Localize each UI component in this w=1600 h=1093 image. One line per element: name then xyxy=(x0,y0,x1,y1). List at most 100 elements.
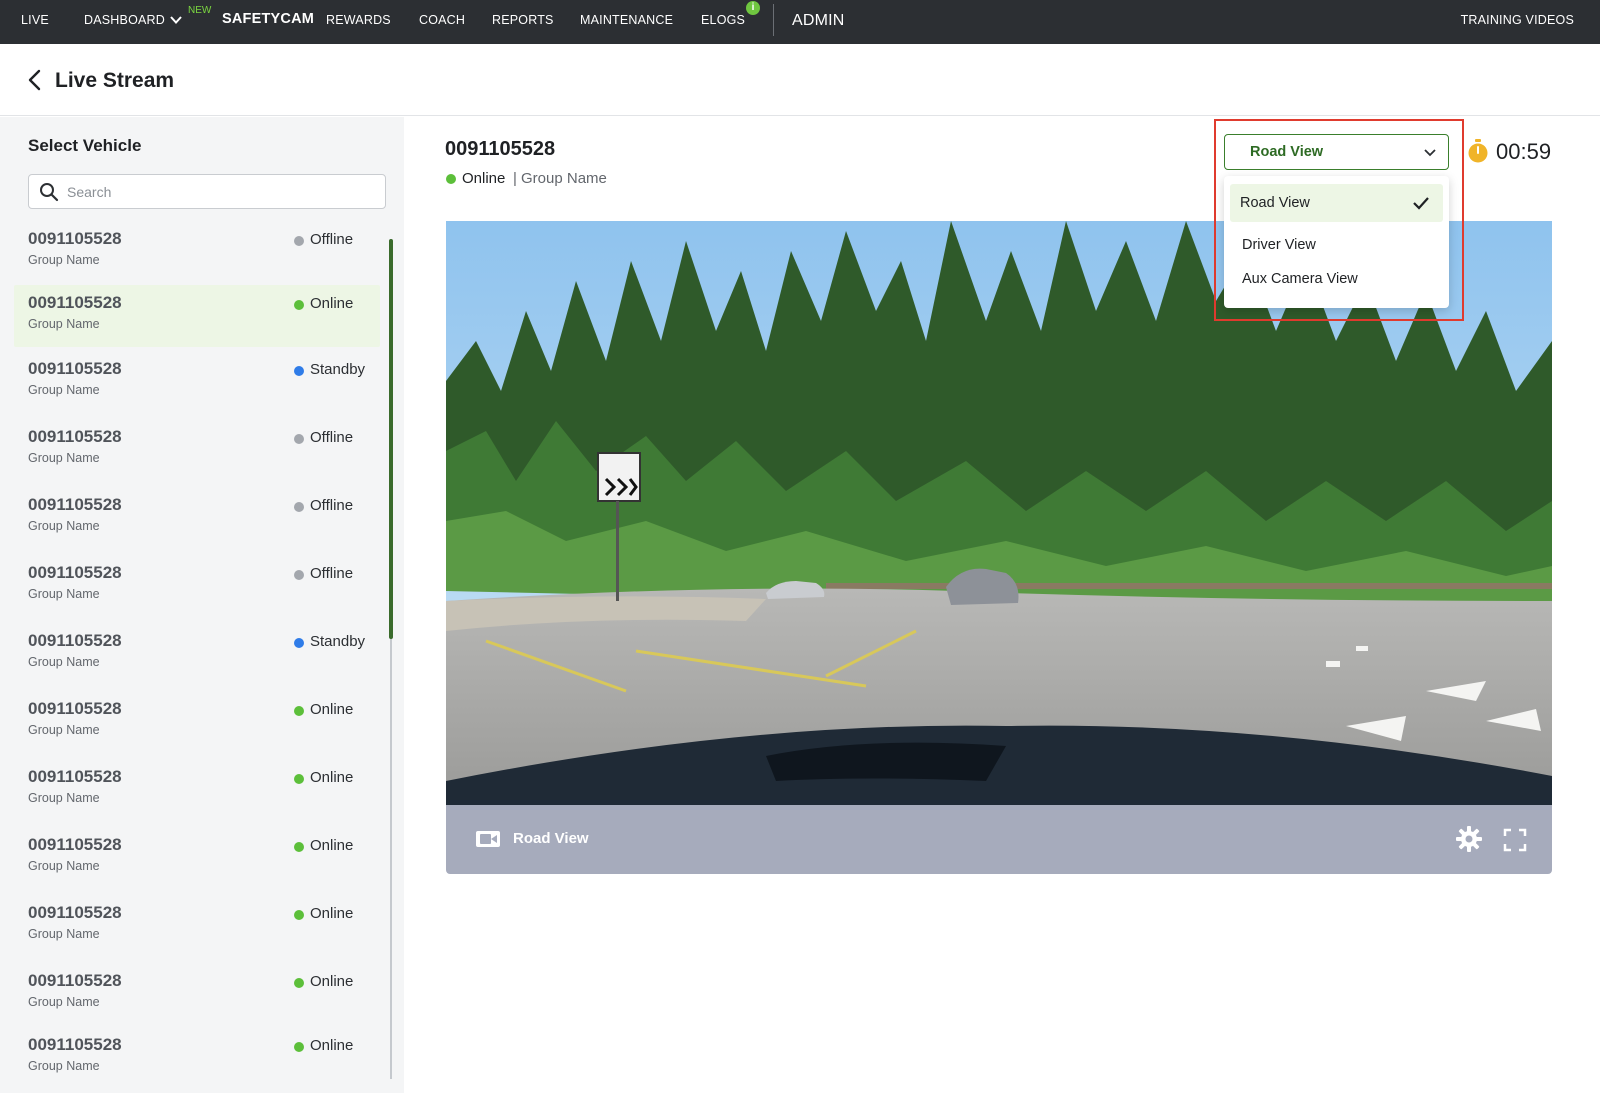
nav-elogs[interactable]: ELOGS xyxy=(701,13,745,27)
status-dot xyxy=(294,978,304,988)
status-badge: Offline xyxy=(310,429,354,446)
vehicle-id: 0091105528 xyxy=(28,971,122,990)
nav-safetycam[interactable]: SAFETYCAM xyxy=(222,11,314,27)
vehicle-id: 0091105528 xyxy=(28,495,122,514)
nav-training-videos[interactable]: TRAINING VIDEOS xyxy=(1461,13,1574,27)
status-badge: Online xyxy=(310,769,354,786)
fullscreen-icon[interactable] xyxy=(1503,828,1527,852)
check-icon xyxy=(1413,197,1429,210)
vehicle-id: 0091105528 xyxy=(28,903,122,922)
view-options-menu: Road View Driver View Aux Camera View xyxy=(1224,176,1449,308)
status-dot xyxy=(294,1042,304,1052)
vehicle-status: Online xyxy=(462,170,506,187)
video-view-label: Road View xyxy=(513,830,589,847)
status-dot xyxy=(294,842,304,852)
menu-item-label: Aux Camera View xyxy=(1242,271,1358,287)
chevron-left-icon[interactable] xyxy=(24,68,44,92)
nav-rewards[interactable]: REWARDS xyxy=(326,13,391,27)
info-icon: i xyxy=(746,1,760,15)
new-badge: NEW xyxy=(188,5,212,16)
status-badge: Online xyxy=(310,701,354,718)
vehicle-row[interactable]: 0091105528 Group Name Online xyxy=(14,963,380,1025)
vehicle-id: 0091105528 xyxy=(28,835,122,854)
menu-item-road-view[interactable]: Road View xyxy=(1230,184,1443,222)
vehicle-id: 0091105528 xyxy=(28,767,122,786)
top-navigation: LIVE DASHBOARD NEW SAFETYCAM REWARDS COA… xyxy=(0,0,1600,44)
status-dot xyxy=(294,774,304,784)
search-icon xyxy=(40,183,59,202)
view-select[interactable]: Road View xyxy=(1224,134,1449,170)
vehicle-row[interactable]: 0091105528 Group Name Online xyxy=(14,895,380,957)
status-badge: Standby xyxy=(310,633,366,650)
status-dot xyxy=(294,706,304,716)
status-dot xyxy=(294,638,304,648)
vehicle-group: Group Name xyxy=(28,519,100,533)
vehicle-row[interactable]: 0091105528 Group Name Standby xyxy=(14,351,380,413)
vehicle-row[interactable]: 0091105528 Group Name Online xyxy=(14,1027,380,1089)
vehicle-group: Group Name xyxy=(28,587,100,601)
nav-maintenance[interactable]: MAINTENANCE xyxy=(580,13,673,27)
vehicle-row[interactable]: 0091105528 Group Name Offline xyxy=(14,221,380,283)
status-badge: Online xyxy=(310,1037,354,1054)
vehicle-id: 0091105528 xyxy=(28,427,122,446)
vehicle-row[interactable]: 0091105528 Group Name Online xyxy=(14,827,380,889)
stopwatch-icon xyxy=(1468,139,1488,163)
status-badge: Offline xyxy=(310,231,354,248)
vehicle-row[interactable]: 0091105528 Group Name Standby xyxy=(14,623,380,685)
vehicle-id: 0091105528 xyxy=(28,1035,122,1054)
vehicle-id: 0091105528 xyxy=(28,229,122,248)
status-dot xyxy=(446,174,456,184)
vehicle-group: Group Name xyxy=(28,859,100,873)
nav-live[interactable]: LIVE xyxy=(21,13,49,27)
sidebar-title: Select Vehicle xyxy=(28,136,142,155)
status-separator: | xyxy=(513,170,517,187)
status-badge: Offline xyxy=(310,497,354,514)
vehicle-group: Group Name xyxy=(28,791,100,805)
status-dot xyxy=(294,236,304,246)
vehicle-id: 0091105528 xyxy=(28,293,122,312)
status-dot xyxy=(294,300,304,310)
chevron-down-icon[interactable] xyxy=(168,12,184,28)
vehicle-id: 0091105528 xyxy=(28,631,122,650)
page-title: Live Stream xyxy=(55,69,175,92)
vehicle-group: Group Name xyxy=(28,317,100,331)
menu-item-driver-view[interactable]: Driver View xyxy=(1230,226,1443,264)
nav-coach[interactable]: COACH xyxy=(419,13,465,27)
nav-reports[interactable]: REPORTS xyxy=(492,13,554,27)
vehicle-row[interactable]: 0091105528 Group Name Online xyxy=(14,691,380,753)
status-dot xyxy=(294,366,304,376)
scrollbar-thumb[interactable] xyxy=(389,239,393,639)
vehicle-group: Group Name xyxy=(28,655,100,669)
chevron-down-icon xyxy=(1424,149,1436,157)
vehicle-row[interactable]: 0091105528 Group Name Offline xyxy=(14,419,380,481)
search-box xyxy=(28,174,386,209)
status-badge: Offline xyxy=(310,565,354,582)
search-input[interactable] xyxy=(67,175,377,208)
status-dot xyxy=(294,502,304,512)
vehicle-list: 0091105528 Group Name Offline 0091105528… xyxy=(14,221,380,1091)
vehicle-group: Group Name xyxy=(28,451,100,465)
gear-icon[interactable] xyxy=(1456,826,1482,852)
vehicle-row[interactable]: 0091105528 Group Name Offline xyxy=(14,487,380,549)
status-dot xyxy=(294,434,304,444)
page-header: Live Stream xyxy=(0,44,1600,116)
menu-item-aux-camera-view[interactable]: Aux Camera View xyxy=(1230,260,1443,298)
vehicle-sidebar: Select Vehicle 0091105528 Group Name Off… xyxy=(0,117,404,1093)
vehicle-id: 0091105528 xyxy=(28,359,122,378)
vehicle-id: 0091105528 xyxy=(28,563,122,582)
status-dot xyxy=(294,910,304,920)
vehicle-group: Group Name xyxy=(28,927,100,941)
vehicle-group: Group Name xyxy=(28,723,100,737)
vehicle-title: 0091105528 xyxy=(445,138,556,160)
nav-divider xyxy=(773,4,774,36)
vehicle-id: 0091105528 xyxy=(28,699,122,718)
nav-admin[interactable]: ADMIN xyxy=(792,12,845,30)
vehicle-row[interactable]: 0091105528 Group Name Online xyxy=(14,285,380,347)
view-select-value: Road View xyxy=(1250,144,1324,160)
vehicle-group: Group Name xyxy=(521,170,607,187)
vehicle-row[interactable]: 0091105528 Group Name Online xyxy=(14,759,380,821)
vehicle-row[interactable]: 0091105528 Group Name Offline xyxy=(14,555,380,617)
vehicle-group: Group Name xyxy=(28,253,100,267)
nav-dashboard[interactable]: DASHBOARD xyxy=(84,13,165,27)
menu-item-label: Road View xyxy=(1240,195,1310,211)
